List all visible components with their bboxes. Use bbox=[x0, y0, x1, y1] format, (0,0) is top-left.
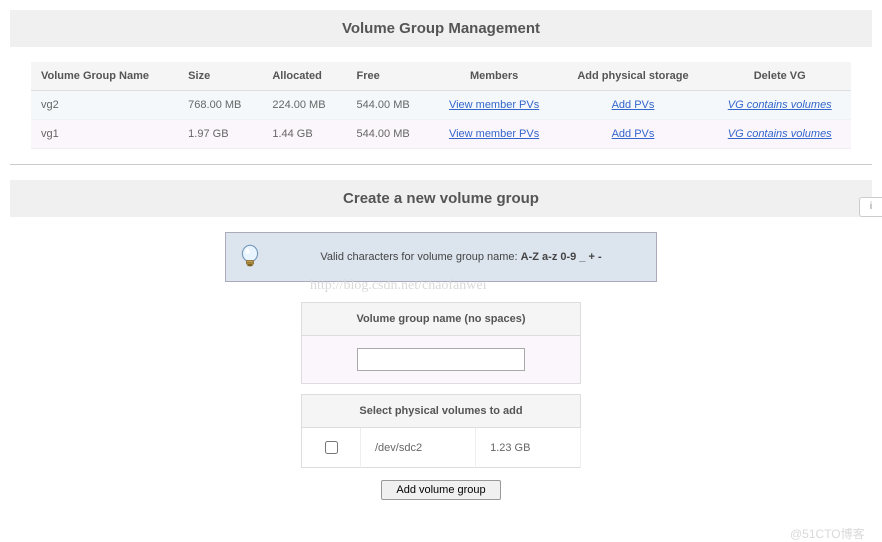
cell-size: 768.00 MB bbox=[178, 91, 262, 120]
lightbulb-icon bbox=[236, 243, 264, 271]
col-add-storage: Add physical storage bbox=[558, 62, 709, 91]
cell-allocated: 1.44 GB bbox=[262, 120, 346, 149]
table-row: vg2 768.00 MB 224.00 MB 544.00 MB View m… bbox=[31, 91, 851, 120]
pv-select-table: Select physical volumes to add /dev/sdc2… bbox=[301, 394, 581, 468]
section-title-create-vg: Create a new volume group bbox=[10, 180, 872, 217]
col-delete: Delete VG bbox=[708, 62, 851, 91]
vg-name-form: Volume group name (no spaces) bbox=[301, 302, 581, 384]
col-allocated: Allocated bbox=[262, 62, 346, 91]
add-pvs-link[interactable]: Add PVs bbox=[612, 128, 655, 140]
vg-name-input[interactable] bbox=[357, 348, 525, 371]
cell-free: 544.00 MB bbox=[347, 91, 431, 120]
table-row: vg1 1.97 GB 1.44 GB 544.00 MB View membe… bbox=[31, 120, 851, 149]
pv-checkbox[interactable] bbox=[325, 441, 338, 454]
pv-select-label: Select physical volumes to add bbox=[302, 395, 581, 428]
add-pvs-link[interactable]: Add PVs bbox=[612, 99, 655, 111]
vg-name-label: Volume group name (no spaces) bbox=[302, 303, 581, 336]
info-prefix: Valid characters for volume group name: bbox=[320, 251, 520, 263]
add-vg-button[interactable]: Add volume group bbox=[381, 480, 500, 500]
pv-size: 1.23 GB bbox=[476, 428, 581, 468]
cell-allocated: 224.00 MB bbox=[262, 91, 346, 120]
info-box: Valid characters for volume group name: … bbox=[225, 232, 657, 282]
table-row: /dev/sdc2 1.23 GB bbox=[302, 428, 581, 468]
watermark-corner: @51CTO博客 bbox=[790, 525, 865, 542]
col-vg-name: Volume Group Name bbox=[31, 62, 178, 91]
col-free: Free bbox=[347, 62, 431, 91]
view-members-link[interactable]: View member PVs bbox=[449, 128, 539, 140]
col-members: Members bbox=[431, 62, 558, 91]
view-members-link[interactable]: View member PVs bbox=[449, 99, 539, 111]
side-tab-stub[interactable]: i bbox=[859, 197, 882, 217]
delete-vg-link[interactable]: VG contains volumes bbox=[728, 128, 832, 140]
cell-size: 1.97 GB bbox=[178, 120, 262, 149]
section-title-vg-management: Volume Group Management bbox=[10, 10, 872, 47]
col-size: Size bbox=[178, 62, 262, 91]
pv-device: /dev/sdc2 bbox=[361, 428, 476, 468]
delete-vg-link[interactable]: VG contains volumes bbox=[728, 99, 832, 111]
vg-table: Volume Group Name Size Allocated Free Me… bbox=[31, 62, 851, 149]
divider bbox=[10, 164, 872, 165]
cell-vg-name: vg2 bbox=[31, 91, 178, 120]
vg-table-header-row: Volume Group Name Size Allocated Free Me… bbox=[31, 62, 851, 91]
cell-vg-name: vg1 bbox=[31, 120, 178, 149]
cell-free: 544.00 MB bbox=[347, 120, 431, 149]
info-chars: A-Z a-z 0-9 _ + - bbox=[521, 251, 602, 263]
info-text: Valid characters for volume group name: … bbox=[276, 251, 646, 263]
